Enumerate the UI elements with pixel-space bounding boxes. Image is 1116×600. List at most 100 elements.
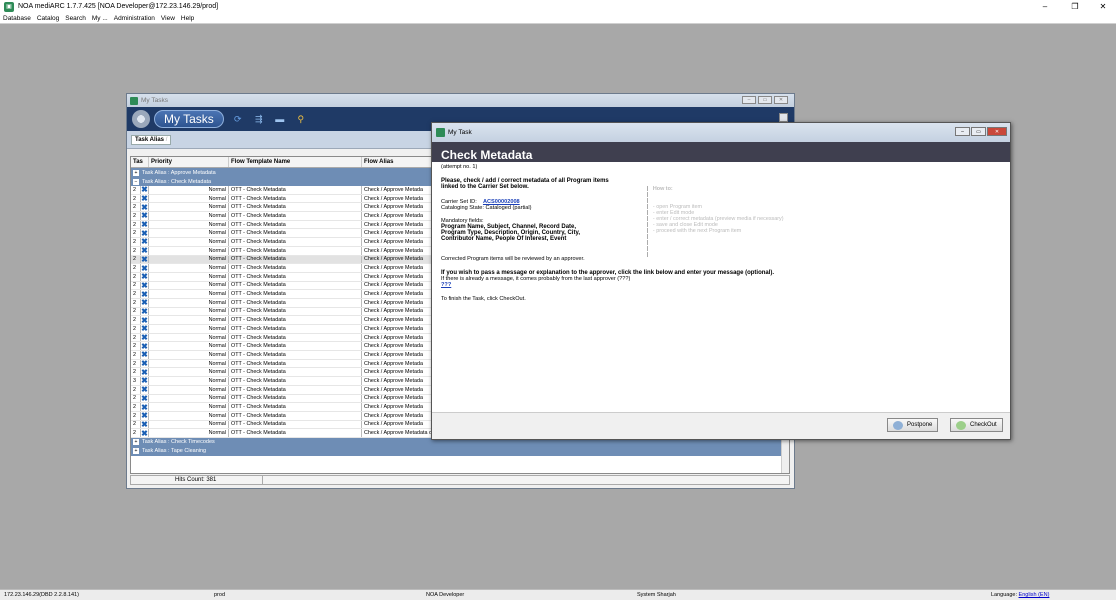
checkout-button[interactable]: CheckOut	[950, 418, 1003, 432]
priority-cell: Normal	[149, 238, 229, 246]
priority-cell: Normal	[149, 290, 229, 298]
task-status-icon: ✖	[141, 281, 149, 290]
my-task-titlebar: My Task – ▭ ✕	[432, 123, 1010, 142]
my-tasks-titlebar: My Tasks – ▭ ✕	[127, 94, 794, 107]
task-body: (attempt no. 1) Please, check / add / co…	[432, 164, 1010, 302]
app-title: NOA mediARC 1.7.7.425 [NOA Developer@172…	[18, 3, 219, 10]
panel-toggle-icon[interactable]	[779, 113, 788, 122]
tas-cell: 2	[131, 307, 141, 316]
tas-cell: 2	[131, 325, 141, 333]
task-status-icon: ✖	[141, 316, 149, 324]
priority-cell: Normal	[149, 429, 229, 437]
task-status-icon: ✖	[141, 411, 149, 420]
workflow-icon[interactable]: ⇶	[252, 113, 266, 125]
tas-cell: 2	[131, 394, 141, 403]
refresh-icon[interactable]: ⟳	[231, 113, 245, 125]
group-label: Task Alias : Tape Cleaning	[142, 448, 207, 455]
tas-cell: 3	[131, 377, 141, 385]
window-icon	[130, 96, 138, 105]
clock-icon	[893, 420, 903, 430]
maximize-button[interactable]: ❐	[1062, 0, 1088, 13]
tas-cell: 2	[131, 186, 141, 194]
gear-icon	[132, 110, 150, 128]
flow-template-cell: OTT - Check Metadata	[229, 186, 362, 194]
task-status-icon: ✖	[141, 307, 149, 316]
group-tape-cleaning[interactable]: + Task Alias : Tape Cleaning	[131, 446, 789, 456]
priority-cell: Normal	[149, 255, 229, 264]
menu-database[interactable]: Database	[0, 15, 34, 22]
col-flow-template-name[interactable]: Flow Template Name	[229, 157, 362, 167]
minimize-icon[interactable]: –	[742, 96, 756, 104]
expand-icon[interactable]: +	[133, 448, 139, 455]
flow-template-cell: OTT - Check Metadata	[229, 377, 362, 385]
priority-cell: Normal	[149, 220, 229, 229]
postpone-button[interactable]: Postpone	[887, 418, 939, 432]
menu-help[interactable]: Help	[178, 15, 197, 22]
tas-cell: 2	[131, 420, 141, 429]
flow-template-cell: OTT - Check Metadata	[229, 298, 362, 307]
howto-divider: |	[647, 252, 649, 258]
collapse-icon[interactable]: −	[133, 178, 139, 185]
status-server: 172.23.146.29(DBD 2.2.8.141)	[4, 592, 79, 598]
minimize-button[interactable]: –	[1032, 0, 1058, 13]
close-button[interactable]: ✕	[1090, 0, 1116, 13]
priority-cell: Normal	[149, 264, 229, 272]
maximize-icon[interactable]: ▭	[758, 96, 772, 104]
priority-cell: Normal	[149, 212, 229, 220]
cataloging-label: Cataloging State:	[441, 205, 484, 211]
priority-cell: Normal	[149, 351, 229, 359]
flow-template-cell: OTT - Check Metadata	[229, 359, 362, 368]
menu-view[interactable]: View	[158, 15, 178, 22]
maximize-icon[interactable]: ▭	[971, 127, 986, 136]
group-chip-task-alias[interactable]: Task Alias /	[131, 134, 172, 145]
flow-template-cell: OTT - Check Metadata	[229, 342, 362, 351]
menu-search[interactable]: Search	[62, 15, 89, 22]
menu-my[interactable]: My ...	[89, 15, 111, 22]
task-status-icon: ✖	[141, 429, 149, 437]
close-icon[interactable]: ✕	[774, 96, 788, 104]
col-priority[interactable]: Priority	[149, 157, 229, 167]
dialog-footer: Postpone CheckOut	[432, 412, 1010, 439]
status-bar: 172.23.146.29(DBD 2.2.8.141) prod NOA De…	[0, 589, 1116, 600]
task-status-icon: ✖	[141, 385, 149, 394]
menu-catalog[interactable]: Catalog	[34, 15, 62, 22]
checkout-icon	[956, 420, 966, 430]
priority-cell: Normal	[149, 394, 229, 403]
flow-template-cell: OTT - Check Metadata	[229, 316, 362, 324]
task-status-icon: ✖	[141, 238, 149, 246]
minimize-icon[interactable]: –	[955, 127, 970, 136]
card-icon[interactable]: ▬	[273, 113, 287, 125]
flow-template-cell: OTT - Check Metadata	[229, 325, 362, 333]
hits-count: Hits Count: 381	[131, 476, 263, 484]
expand-icon[interactable]: +	[133, 169, 139, 176]
language-link[interactable]: English (EN)	[1019, 592, 1050, 598]
expand-icon[interactable]: +	[133, 439, 139, 446]
task-status-icon: ✖	[141, 194, 149, 203]
task-status-icon: ✖	[141, 377, 149, 385]
menu-administration[interactable]: Administration	[111, 15, 158, 22]
tas-cell: 2	[131, 290, 141, 298]
app-logo-icon: ▣	[4, 1, 14, 12]
task-status-icon: ✖	[141, 333, 149, 342]
col-tas[interactable]: Tas	[131, 157, 149, 167]
menu-bar: Database Catalog Search My ... Administr…	[0, 13, 1116, 24]
flow-template-cell: OTT - Check Metadata	[229, 281, 362, 290]
close-icon[interactable]: ✕	[987, 127, 1007, 136]
priority-cell: Normal	[149, 411, 229, 420]
group-label: Task Alias : Check Timecodes	[142, 439, 215, 446]
tas-cell: 2	[131, 220, 141, 229]
my-tasks-window-title: My Tasks	[141, 97, 168, 104]
tas-cell: 2	[131, 429, 141, 437]
task-status-icon: ✖	[141, 420, 149, 429]
flow-template-cell: OTT - Check Metadata	[229, 203, 362, 212]
flow-template-cell: OTT - Check Metadata	[229, 229, 362, 238]
priority-cell: Normal	[149, 342, 229, 351]
priority-cell: Normal	[149, 298, 229, 307]
tas-cell: 2	[131, 298, 141, 307]
search-icon[interactable]: ⚲	[294, 113, 308, 125]
status-language: Language: English (EN)	[991, 592, 1049, 598]
flow-template-cell: OTT - Check Metadata	[229, 220, 362, 229]
tas-cell: 2	[131, 342, 141, 351]
task-heading: Check Metadata	[432, 142, 1010, 162]
flow-template-cell: OTT - Check Metadata	[229, 333, 362, 342]
